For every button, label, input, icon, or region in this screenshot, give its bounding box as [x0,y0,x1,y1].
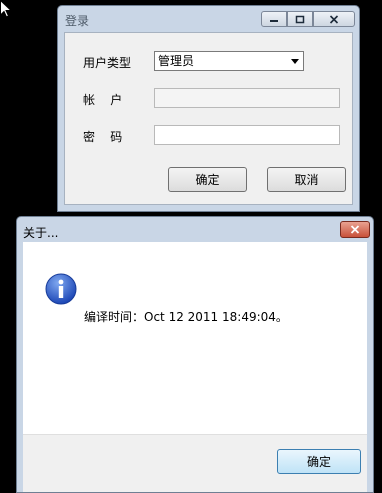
chevron-down-icon [291,59,299,64]
user-type-label: 用户类型 [83,56,132,70]
close-icon [350,225,360,234]
login-cancel-button[interactable]: 取消 [267,167,346,192]
user-type-value: 管理员 [158,54,195,68]
about-button-bar: 确定 [23,434,367,492]
about-dialog-title: 关于... [23,226,59,240]
build-time-message: 编译时间：Oct 12 2011 18:49:04。 [84,310,288,324]
maximize-button[interactable] [287,11,313,27]
mouse-cursor-icon [0,0,12,18]
close-button[interactable] [313,11,355,27]
password-label: 密 码 [83,130,123,144]
about-ok-button[interactable]: 确定 [277,449,361,474]
minimize-button[interactable] [261,11,287,27]
account-field[interactable] [154,88,340,108]
about-client-area: 编译时间：Oct 12 2011 18:49:04。 确定 [23,242,367,492]
login-window-title: 登录 [65,14,90,28]
maximize-icon [295,15,305,23]
about-dialog: 关于... 编译时间：Oct 12 2011 18:49:04。 确定 [16,216,374,493]
about-close-button[interactable] [340,221,370,238]
login-window: 登录 用户类型 管理员 帐 户 密 码 确定 取消 [57,5,360,212]
close-icon [329,14,339,24]
user-type-select[interactable]: 管理员 [154,51,304,71]
account-label: 帐 户 [83,93,123,107]
login-titlebar[interactable]: 登录 [58,6,359,32]
minimize-icon [270,20,278,22]
information-icon [45,273,77,305]
login-client-area: 用户类型 管理员 帐 户 密 码 确定 取消 [64,32,353,205]
password-field[interactable] [154,125,340,145]
login-ok-button[interactable]: 确定 [168,167,247,192]
